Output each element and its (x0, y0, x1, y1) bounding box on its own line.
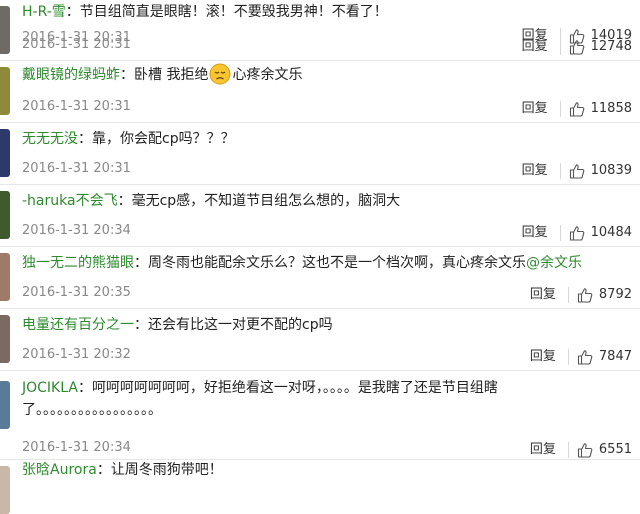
avatar[interactable] (0, 129, 10, 177)
comment-feed: H-R-雪：节目组简直是眼瞎！滚！不要毁我男神！不看了！ 2016-1-31 2… (0, 0, 640, 514)
mention-link[interactable]: @余文乐 (526, 255, 582, 271)
comment-time: 2016-1-31 20:34 (22, 440, 131, 455)
comment-item: 张晗Aurora：让周冬雨狗带吧！ 2016-1-31 20:34 回复 655… (0, 440, 640, 514)
thumbs-up-icon[interactable] (569, 225, 585, 241)
like-count: 12748 (590, 39, 632, 54)
thumbs-up-icon[interactable] (577, 287, 593, 303)
comment-username[interactable]: 张晗Aurora (22, 462, 97, 478)
reply-button[interactable]: 回复 (522, 161, 548, 181)
reply-button[interactable]: 回复 (522, 99, 548, 119)
divider (559, 225, 561, 241)
comment-username[interactable]: -haruka不会飞 (22, 193, 118, 209)
comment-text: 卧槽 我拒绝 (134, 67, 209, 83)
comment-time: 2016-1-31 20:34 (22, 223, 131, 238)
comment-actions: 回复 11858 (522, 99, 632, 119)
comment-username[interactable]: JOCIKLA (22, 380, 78, 396)
like-count: 10839 (590, 163, 632, 178)
avatar[interactable] (0, 6, 10, 54)
comment-text: 还会有比这一对更不配的cp吗 (148, 317, 333, 333)
comment-text: 让周冬雨狗带吧！ (110, 462, 223, 478)
comment-text: 呵呵呵呵呵呵呵，好拒绝看这一对呀，。。。。是我瞎了还是节目组瞎了。。。。。。。。… (22, 380, 498, 418)
avatar[interactable] (0, 191, 10, 239)
comment-separator: ： (77, 380, 92, 396)
like-count: 6551 (598, 442, 632, 457)
avatar[interactable] (0, 381, 10, 429)
comment-time: 2016-1-31 20:32 (22, 347, 131, 362)
divider (559, 39, 561, 55)
thumbs-up-icon[interactable] (569, 39, 585, 55)
divider (559, 101, 561, 117)
reply-button[interactable]: 回复 (522, 37, 548, 57)
comment-text: 节目组简直是眼瞎！滚！不要毁我男神！不看了！ (79, 4, 388, 20)
like-count: 10484 (590, 225, 632, 240)
reply-button[interactable]: 回复 (530, 347, 556, 367)
thumbs-up-icon[interactable] (569, 101, 585, 117)
reply-button[interactable]: 回复 (530, 285, 556, 305)
like-count: 8792 (598, 287, 632, 302)
comment-username[interactable]: 无无无没 (22, 131, 78, 147)
reply-button[interactable]: 回复 (522, 223, 548, 243)
comment-actions: 回复 10484 (522, 223, 632, 243)
comment-actions: 回复 10839 (522, 161, 632, 181)
comment-separator: ： (120, 67, 134, 83)
divider (567, 349, 569, 365)
avatar[interactable] (0, 315, 10, 363)
comment-separator: ： (65, 4, 80, 20)
avatar[interactable] (0, 253, 10, 301)
thumbs-up-icon[interactable] (577, 442, 593, 458)
comment-time: 2016-1-31 20:31 (22, 37, 131, 52)
comment-separator: ： (134, 317, 148, 333)
comment-text-tail: 心疼余文乐 (232, 67, 303, 83)
avatar[interactable] (0, 466, 10, 514)
comment-text: 毫无cp感，不知道节目组怎么想的，脑洞大 (131, 193, 401, 209)
thumbs-up-icon[interactable] (569, 163, 585, 179)
like-count: 11858 (590, 101, 632, 116)
divider (567, 442, 569, 458)
avatar[interactable] (0, 67, 10, 115)
comment-separator: ： (78, 131, 92, 147)
comment-username[interactable]: 独一无二的熊猫眼 (22, 255, 134, 271)
comment-username[interactable]: 戴眼镜的绿蚂蚱 (22, 67, 120, 83)
thumbs-up-icon[interactable] (577, 349, 593, 365)
comment-time: 2016-1-31 20:31 (22, 161, 131, 176)
comment-time: 2016-1-31 20:31 (22, 99, 131, 114)
comment-separator: ： (117, 193, 132, 209)
comment-time: 2016-1-31 20:35 (22, 285, 131, 300)
divider (567, 287, 569, 303)
comment-username[interactable]: H-R-雪 (22, 4, 66, 20)
reply-button[interactable]: 回复 (530, 440, 556, 460)
like-count: 7847 (598, 349, 632, 364)
divider (559, 163, 561, 179)
comment-separator: ： (134, 255, 148, 271)
comment-actions: 回复 7847 (530, 347, 632, 367)
comment-text: 周冬雨也能配余文乐么？这也不是一个档次啊，真心疼余文乐 (148, 255, 526, 271)
comment-text: 靠，你会配cp吗？？？ (92, 131, 235, 147)
comment-actions: 回复 12748 (522, 37, 632, 57)
comment-separator: ： (96, 462, 111, 478)
comment-actions: 回复 8792 (530, 285, 632, 305)
comment-username[interactable]: 电量还有百分之一 (22, 317, 134, 333)
comment-actions: 回复 6551 (530, 440, 632, 460)
worried-emoji-icon (209, 63, 231, 85)
